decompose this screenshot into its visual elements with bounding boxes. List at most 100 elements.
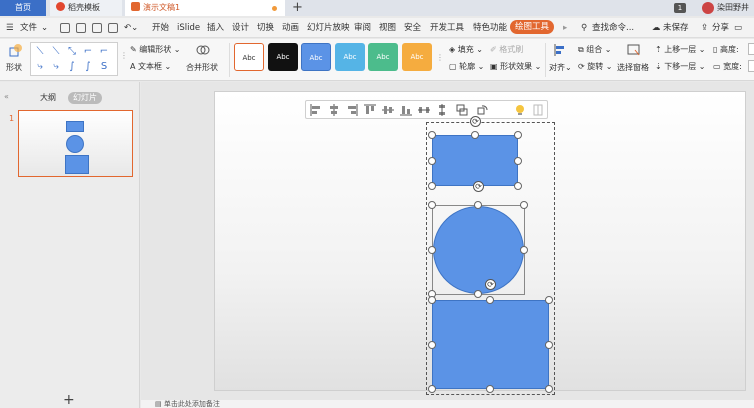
- align-top-icon[interactable]: [364, 104, 376, 116]
- menu-item-insert[interactable]: 插入: [207, 22, 224, 34]
- share-button[interactable]: 分享: [712, 22, 729, 34]
- style-preset-cyan[interactable]: Abc: [335, 43, 365, 71]
- menu-file[interactable]: 文件: [20, 22, 37, 34]
- hamburger-icon[interactable]: ☰: [6, 22, 14, 34]
- curve-connector-icon[interactable]: ∫: [82, 61, 94, 73]
- resize-handle[interactable]: [428, 157, 436, 165]
- resize-handle[interactable]: [545, 296, 553, 304]
- rotate-handle-icon[interactable]: ⟳: [473, 181, 484, 192]
- tab-slides[interactable]: 幻灯片: [68, 92, 102, 104]
- style-gallery-scroll-icon[interactable]: ⋮: [436, 53, 444, 63]
- selection-pane-button[interactable]: 选择窗格: [617, 63, 649, 73]
- chevron-down-icon[interactable]: ⌄: [41, 22, 48, 34]
- style-preset-green[interactable]: Abc: [368, 43, 398, 71]
- resize-handle[interactable]: [545, 385, 553, 393]
- resize-handle[interactable]: [428, 182, 436, 190]
- curved-connector-icon[interactable]: ⤷: [50, 61, 62, 73]
- elbow-double-connector-icon[interactable]: ⤷: [34, 61, 46, 73]
- rotate-button[interactable]: ⟳ 旋转 ⌄: [578, 62, 613, 72]
- slide-thumbnail[interactable]: [18, 110, 133, 177]
- distribute-horizontal-icon[interactable]: [418, 104, 430, 116]
- avatar[interactable]: [702, 2, 714, 14]
- resize-handle[interactable]: [514, 157, 522, 165]
- menu-item-review[interactable]: 审阅: [354, 22, 371, 34]
- menu-item-developer[interactable]: 开发工具: [430, 22, 464, 34]
- line-arrow-connector-icon[interactable]: ⟍: [50, 46, 62, 58]
- align-middle-icon[interactable]: [382, 104, 394, 116]
- resize-handle[interactable]: [474, 201, 482, 209]
- height-input[interactable]: [748, 43, 754, 55]
- line-connector-icon[interactable]: ⟍: [34, 46, 46, 58]
- shape-button[interactable]: 形状: [6, 63, 22, 73]
- circle-shape[interactable]: [433, 206, 524, 294]
- menu-item-features[interactable]: 特色功能: [473, 22, 507, 34]
- collapse-panel-icon[interactable]: «: [4, 92, 9, 102]
- comment-icon[interactable]: ▭: [734, 22, 742, 34]
- textbox-button[interactable]: A 文本框 ⌄: [130, 62, 171, 72]
- resize-handle[interactable]: [428, 385, 436, 393]
- style-preset-orange[interactable]: Abc: [402, 43, 432, 71]
- style-preset-blue[interactable]: Abc: [301, 43, 331, 71]
- resize-handle[interactable]: [486, 385, 494, 393]
- elbow-arrow-connector-icon[interactable]: ⌐: [98, 46, 110, 58]
- username[interactable]: 染田野井: [717, 2, 749, 14]
- align-right-icon[interactable]: [346, 104, 358, 116]
- align-left-icon[interactable]: [310, 104, 322, 116]
- width-input[interactable]: [748, 60, 754, 72]
- resize-handle[interactable]: [486, 296, 494, 304]
- send-backward-button[interactable]: ⇣ 下移一层 ⌄: [655, 62, 706, 72]
- print-icon[interactable]: [92, 23, 102, 33]
- resize-handle[interactable]: [520, 246, 528, 254]
- more-menu-icon[interactable]: ▸: [563, 22, 567, 34]
- merge-shape-button[interactable]: 合并形状: [186, 63, 218, 73]
- menu-item-slideshow[interactable]: 幻灯片放映: [307, 22, 350, 34]
- elbow-connector-icon[interactable]: ⌐: [82, 46, 94, 58]
- export-pdf-icon[interactable]: [76, 23, 86, 33]
- align-bottom-icon[interactable]: [400, 104, 412, 116]
- lightbulb-icon[interactable]: [514, 104, 526, 116]
- s-curve-connector-icon[interactable]: S: [98, 61, 110, 73]
- distribute-vertical-icon[interactable]: [436, 104, 448, 116]
- edit-shape-button[interactable]: ✎ 编辑形状 ⌄: [130, 45, 181, 55]
- shape-effect-button[interactable]: ▣ 形状效果 ⌄: [490, 62, 541, 72]
- group-button[interactable]: ⧉ 组合 ⌄: [578, 45, 612, 55]
- save-icon[interactable]: [60, 23, 70, 33]
- search-command[interactable]: 查找命令...: [592, 22, 634, 34]
- tab-document[interactable]: 演示文稿1: [125, 0, 285, 16]
- tab-template[interactable]: 稻壳模板: [50, 0, 122, 16]
- style-preset-black[interactable]: Abc: [268, 43, 298, 71]
- rectangle-shape[interactable]: [432, 135, 518, 186]
- menu-item-drawing-tools[interactable]: 绘图工具: [510, 20, 555, 34]
- resize-handle[interactable]: [514, 131, 522, 139]
- tab-outline[interactable]: 大纲: [40, 92, 56, 104]
- resize-handle[interactable]: [428, 341, 436, 349]
- gallery-scroll-icon[interactable]: ⋮: [120, 51, 128, 61]
- fill-button[interactable]: ◈ 填充 ⌄: [449, 45, 483, 55]
- unsaved-status[interactable]: 未保存: [663, 22, 689, 34]
- format-brush-button[interactable]: ✐ 格式刷: [490, 45, 523, 55]
- resize-handle[interactable]: [520, 201, 528, 209]
- resize-handle[interactable]: [428, 131, 436, 139]
- menu-item-view[interactable]: 视图: [379, 22, 396, 34]
- square-shape[interactable]: [432, 300, 549, 389]
- resize-handle[interactable]: [514, 182, 522, 190]
- align-center-icon[interactable]: [328, 104, 340, 116]
- print-preview-icon[interactable]: [108, 23, 118, 33]
- undo-icon[interactable]: ↶⌄: [124, 22, 138, 34]
- align-button[interactable]: 对齐⌄: [549, 63, 572, 73]
- notification-badge[interactable]: 1: [674, 3, 686, 13]
- resize-handle[interactable]: [428, 246, 436, 254]
- resize-handle[interactable]: [428, 201, 436, 209]
- menu-item-transition[interactable]: 切换: [257, 22, 274, 34]
- outline-button[interactable]: ▢ 轮廓 ⌄: [449, 62, 484, 72]
- group-objects-icon[interactable]: [456, 104, 468, 116]
- rotate-shape-icon[interactable]: [476, 104, 488, 116]
- resize-handle[interactable]: [545, 341, 553, 349]
- more-options-icon[interactable]: [532, 104, 544, 116]
- resize-handle[interactable]: [471, 131, 479, 139]
- style-preset-white[interactable]: Abc: [234, 43, 264, 71]
- double-arrow-connector-icon[interactable]: ⤡: [66, 46, 78, 58]
- connector-gallery[interactable]: ⟍ ⟍ ⤡ ⌐ ⌐ ⤷ ⤷ ∫ ∫ S: [30, 42, 118, 76]
- rotate-handle-icon[interactable]: ⟳: [470, 116, 481, 127]
- bring-forward-button[interactable]: ⇡ 上移一层 ⌄: [655, 45, 706, 55]
